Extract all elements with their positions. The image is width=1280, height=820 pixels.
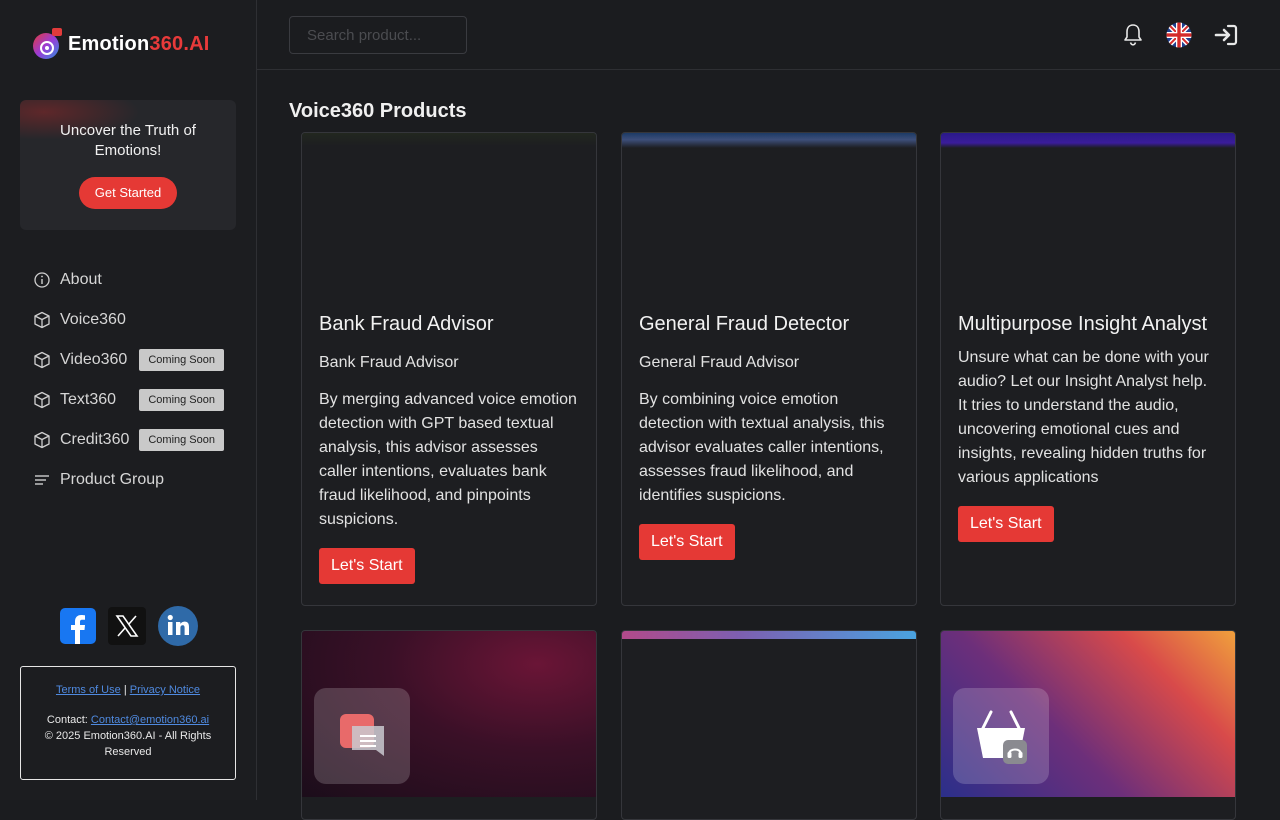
emotion-logo-icon [33,28,62,59]
card-description: Unsure what can be done with your audio?… [958,349,1209,486]
product-card: Multipurpose Insight Analyst Unsure what… [940,132,1236,606]
promo-card: Uncover the Truth of Emotions! Get Start… [20,100,236,230]
list-icon [32,470,52,490]
cube-icon [32,350,52,370]
x-icon[interactable] [108,607,146,650]
sidebar-item-label: Credit360 [60,431,130,448]
product-card [621,630,917,820]
cube-icon [32,390,52,410]
sidebar-item-label: About [60,271,102,288]
page-title: Voice360 Products [289,100,467,122]
sidebar-item-video360[interactable]: Video360 Coming Soon [32,340,232,380]
card-description: By merging advanced voice emotion detect… [319,391,577,528]
contact-label: Contact: [46,714,88,726]
sidebar-item-label: Video360 [60,351,128,368]
brand-name-red: 360.AI [149,32,210,55]
card-image [941,631,1235,797]
social-links [60,606,198,651]
card-image [302,631,596,797]
card-description: By combining voice emotion detection wit… [639,391,885,504]
bell-icon[interactable] [1122,23,1144,52]
info-icon [32,270,52,290]
sidebar-item-about[interactable]: About [32,260,232,300]
coming-soon-badge: Coming Soon [139,349,224,371]
product-card [301,630,597,820]
sidebar-item-label: Text360 [60,391,117,408]
lets-start-button[interactable]: Let's Start [319,548,415,584]
product-card [940,630,1236,820]
brand-name: Emotion360.AI [68,33,210,56]
card-title: General Fraud Detector [639,313,850,335]
terms-link[interactable]: Terms of Use [56,684,121,696]
promo-text: Uncover the Truth of Emotions! [60,122,196,159]
footer: Terms of Use | Privacy Notice Contact: C… [20,666,236,780]
search-input[interactable] [289,16,467,54]
top-bar [257,0,1280,70]
coming-soon-badge: Coming Soon [139,389,224,411]
copyright: © 2025 Emotion360.AI - All Rights Reserv… [44,730,212,758]
lets-start-button[interactable]: Let's Start [639,524,735,560]
card-image [622,631,916,639]
sidebar: Emotion360.AI Uncover the Truth of Emoti… [0,0,257,800]
contact-email-link[interactable]: Contact@emotion360.ai [91,714,209,726]
card-title: Multipurpose Insight Analyst [958,313,1208,335]
card-image [622,133,916,299]
card-subtitle: General Fraud Advisor [639,354,800,371]
sidebar-item-text360[interactable]: Text360 Coming Soon [32,380,232,420]
sidebar-item-label: Product Group [60,471,165,488]
footer-contact: Contact: Contact@emotion360.ai [21,714,235,726]
shopping-basket-icon [953,688,1049,784]
lets-start-button[interactable]: Let's Start [958,506,1054,542]
brand-name-white: Emotion [68,32,150,55]
sidebar-item-label: Voice360 [60,311,126,328]
get-started-button[interactable]: Get Started [78,177,178,209]
footer-links: Terms of Use | Privacy Notice [21,684,235,696]
login-icon[interactable] [1214,24,1238,51]
cube-icon [32,310,52,330]
card-subtitle: Bank Fraud Advisor [319,354,459,371]
card-body: General Fraud Detector General Fraud Adv… [639,313,899,560]
facebook-icon[interactable] [60,608,96,649]
card-image [941,133,1235,299]
product-card: General Fraud Detector General Fraud Adv… [621,132,917,606]
sidebar-item-product-group[interactable]: Product Group [32,460,232,500]
card-image [302,133,596,299]
sidebar-item-voice360[interactable]: Voice360 [32,300,232,340]
card-body: Bank Fraud Advisor Bank Fraud Advisor By… [319,313,579,584]
card-body: Multipurpose Insight Analyst Unsure what… [958,313,1218,542]
footer-separator: | [123,684,127,696]
top-actions [1122,22,1238,53]
cube-icon [32,430,52,450]
chat-icon [314,688,410,784]
brand-logo[interactable]: Emotion360.AI [32,27,210,61]
linkedin-icon[interactable] [158,606,198,651]
product-card: Bank Fraud Advisor Bank Fraud Advisor By… [301,132,597,606]
card-title: Bank Fraud Advisor [319,313,494,335]
uk-flag-icon[interactable] [1166,22,1192,53]
sidebar-item-credit360[interactable]: Credit360 Coming Soon [32,420,232,460]
sidebar-nav: About Voice360 Video360 Coming Soon Text… [32,260,232,500]
coming-soon-badge: Coming Soon [139,429,224,451]
privacy-link[interactable]: Privacy Notice [130,684,200,696]
